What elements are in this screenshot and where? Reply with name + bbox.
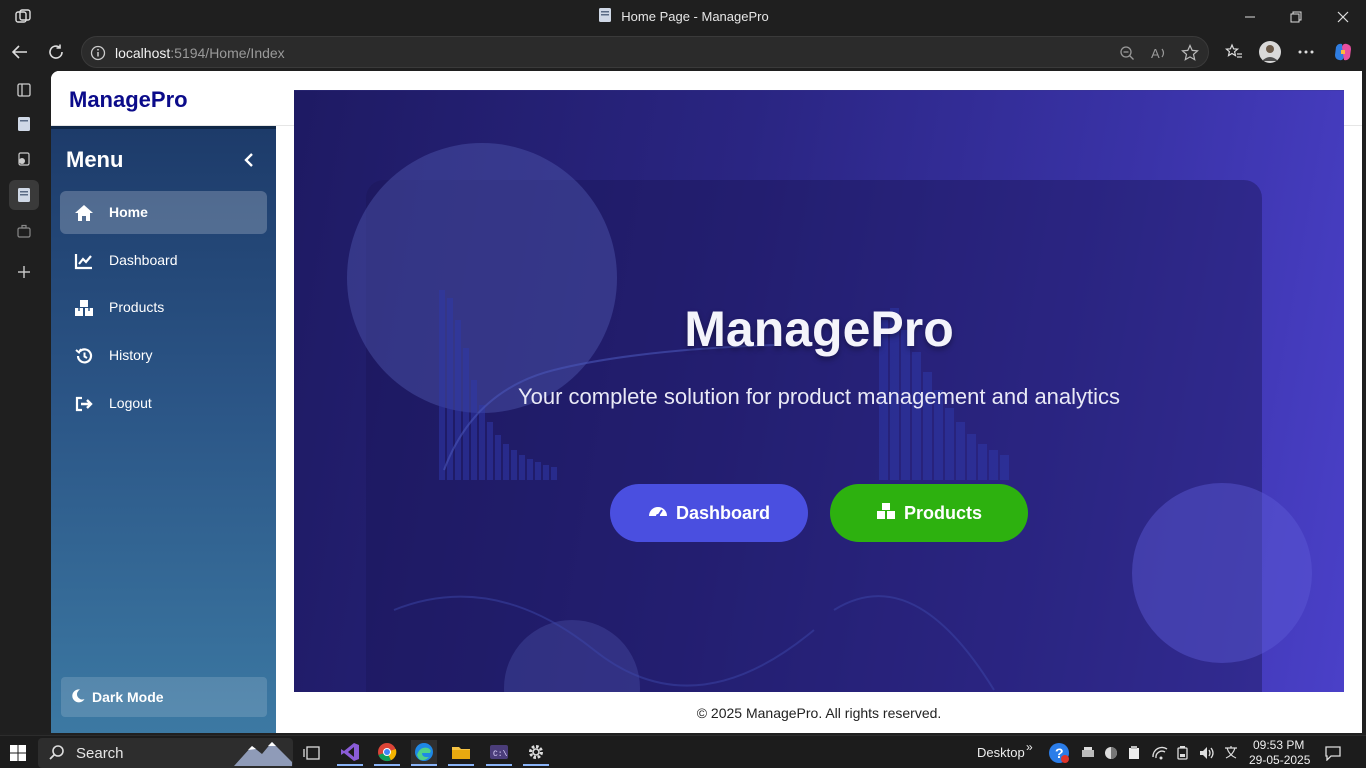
sidebar-item-products[interactable]: Products	[60, 286, 267, 329]
sidebar-item-home[interactable]: Home	[60, 191, 267, 234]
read-aloud-icon[interactable]: A	[1149, 43, 1169, 63]
sidebar-item-label: Logout	[109, 395, 152, 411]
tab-settings-icon[interactable]	[9, 144, 39, 174]
hero-dashboard-button[interactable]: Dashboard	[610, 484, 808, 542]
logout-icon	[74, 394, 94, 414]
page-viewport: ManagePro Menu Home Dashboard Products H…	[51, 71, 1362, 733]
volume-icon[interactable]	[1194, 740, 1220, 766]
sidebar-item-label: Products	[109, 299, 165, 315]
notifications-icon[interactable]	[1320, 740, 1346, 766]
tab-current-page-icon[interactable]	[9, 180, 39, 210]
sidebar-collapse-chevron-icon[interactable]	[241, 149, 257, 171]
tab-page-icon[interactable]	[9, 109, 39, 139]
sidebar-title: Menu	[66, 147, 124, 172]
sidebar-item-logout[interactable]: Logout	[60, 382, 267, 425]
refresh-button[interactable]	[42, 39, 70, 65]
page-favicon-icon	[597, 7, 613, 26]
chart-line-icon	[74, 251, 94, 271]
dark-mode-label: Dark Mode	[92, 689, 164, 705]
settings-gear-icon[interactable]	[523, 740, 549, 766]
windows-start-icon[interactable]	[5, 740, 31, 766]
boxes-icon	[74, 298, 94, 318]
sidebar-item-dashboard[interactable]: Dashboard	[60, 239, 267, 282]
back-button[interactable]	[6, 39, 34, 65]
dark-mode-toggle[interactable]: Dark Mode	[61, 677, 267, 717]
svg-text:A: A	[1151, 46, 1160, 61]
sidebar-item-history[interactable]: History	[60, 334, 267, 377]
url-text: localhost:5194/Home/Index	[115, 45, 285, 61]
speedometer-icon	[648, 502, 668, 525]
browser-toolbar: localhost:5194/Home/Index A	[0, 33, 1366, 71]
clock-date[interactable]: 29-05-2025	[1249, 753, 1310, 767]
hero-dashboard-label: Dashboard	[675, 502, 771, 523]
window-title: Home Page - ManagePro	[0, 0, 1366, 33]
zoom-out-icon[interactable]	[1117, 43, 1137, 63]
minimize-button[interactable]	[1227, 0, 1273, 33]
restore-button[interactable]	[1273, 0, 1319, 33]
battery-icon[interactable]	[1170, 740, 1196, 766]
page-scrollbar[interactable]	[1362, 71, 1366, 733]
cubes-icon	[876, 502, 896, 525]
tab-actions-icon[interactable]	[9, 75, 39, 105]
task-view-icon[interactable]	[299, 740, 325, 766]
hero-title: ManagePro	[684, 301, 954, 357]
clock-time[interactable]: 09:53 PM	[1253, 738, 1304, 752]
page-footer: © 2025 ManagePro. All rights reserved.	[276, 692, 1362, 733]
windows-taskbar: Search C:\ Desktop » ? 09:53 PM 29-05-20…	[0, 735, 1366, 768]
new-tab-icon[interactable]	[9, 257, 39, 287]
hero-products-label: Products	[903, 502, 982, 523]
edge-icon[interactable]	[411, 740, 437, 766]
favorite-star-icon[interactable]	[1180, 43, 1200, 63]
taskbar-search-label: Search	[76, 745, 124, 762]
search-icon	[48, 744, 66, 767]
history-icon	[74, 346, 94, 366]
taskbar-desktop-label[interactable]: Desktop	[977, 745, 1025, 760]
svg-text:C:\: C:\	[493, 750, 508, 759]
terminal-icon[interactable]: C:\	[486, 740, 512, 766]
copilot-icon[interactable]	[1330, 39, 1356, 65]
overflow-chevron-icon[interactable]: »	[1026, 740, 1033, 754]
window-title-text: Home Page - ManagePro	[621, 9, 769, 24]
profile-avatar[interactable]	[1257, 39, 1283, 65]
help-icon[interactable]: ?	[1046, 740, 1072, 766]
sidebar-item-label: Home	[109, 204, 148, 220]
hero-products-button[interactable]: Products	[830, 484, 1028, 542]
search-highlight-image	[234, 740, 292, 768]
file-explorer-icon[interactable]	[448, 740, 474, 766]
sidebar-item-label: Dashboard	[109, 252, 178, 268]
moon-icon	[70, 688, 88, 706]
sidebar: Menu Home Dashboard Products History Log…	[51, 126, 276, 733]
url-path: :5194/Home/Index	[170, 45, 285, 61]
hero-subtitle: Your complete solution for product manag…	[517, 384, 1121, 409]
visual-studio-icon[interactable]	[337, 740, 363, 766]
address-bar[interactable]: localhost:5194/Home/Index A	[81, 36, 1209, 68]
url-host: localhost	[115, 45, 171, 61]
window-titlebar: Home Page - ManagePro	[0, 0, 1366, 33]
vertical-tab-strip	[0, 71, 51, 733]
tab-briefcase-icon[interactable]	[9, 216, 39, 246]
hero-banner: ManagePro Your complete solution for pro…	[294, 90, 1344, 692]
sidebar-item-label: History	[109, 347, 153, 363]
chrome-icon[interactable]	[374, 740, 400, 766]
favorites-icon[interactable]	[1221, 39, 1247, 65]
brand-logo-text[interactable]: ManagePro	[69, 87, 188, 113]
language-icon[interactable]	[1218, 740, 1244, 766]
close-button[interactable]	[1320, 0, 1366, 33]
tray-security-icon[interactable]	[1121, 740, 1147, 766]
home-icon	[74, 203, 94, 223]
site-info-icon[interactable]	[88, 43, 108, 63]
more-menu-icon[interactable]	[1293, 39, 1319, 65]
taskbar-search-box[interactable]: Search	[38, 738, 293, 768]
